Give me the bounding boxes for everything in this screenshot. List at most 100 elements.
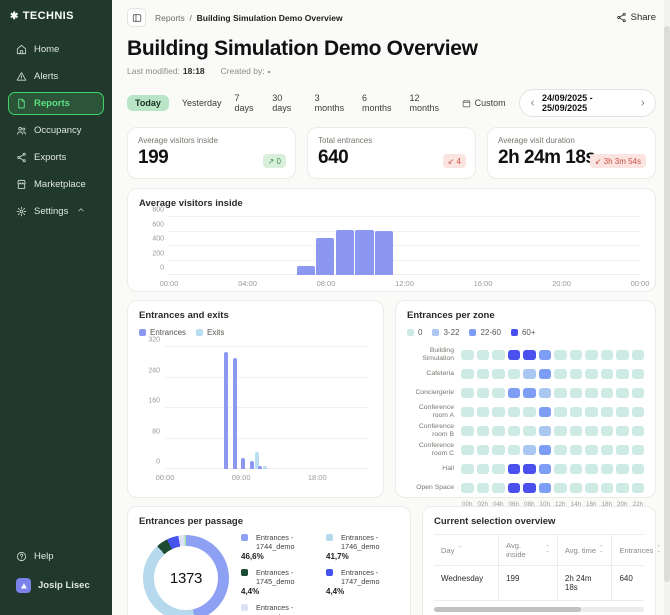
user-menu[interactable]: Josip Lisec	[8, 572, 104, 599]
heatmap-cell[interactable]	[585, 464, 598, 474]
heatmap-cell[interactable]	[477, 426, 490, 436]
heatmap-cell[interactable]	[601, 350, 614, 360]
sidebar-item-settings[interactable]: Settings	[8, 200, 104, 223]
heatmap-cell[interactable]	[570, 445, 583, 455]
heatmap-cell[interactable]	[616, 388, 629, 398]
heatmap-cell[interactable]	[570, 464, 583, 474]
heatmap-cell[interactable]	[508, 388, 521, 398]
heatmap-cell[interactable]	[632, 407, 645, 417]
filter-yesterday[interactable]: Yesterday	[182, 98, 222, 108]
heatmap-cell[interactable]	[601, 407, 614, 417]
heatmap-cell[interactable]	[477, 464, 490, 474]
sidebar-item-reports[interactable]: Reports	[8, 92, 104, 115]
heatmap-cell[interactable]	[616, 350, 629, 360]
heatmap-cell[interactable]	[539, 464, 552, 474]
filter-3-months[interactable]: 3 months	[315, 93, 349, 113]
heatmap-cell[interactable]	[523, 388, 536, 398]
column-header-avg-inside[interactable]: Avg. inside⌃⌄	[499, 535, 558, 566]
heatmap-cell[interactable]	[632, 445, 645, 455]
heatmap-cell[interactable]	[570, 350, 583, 360]
heatmap-cell[interactable]	[508, 464, 521, 474]
heatmap-cell[interactable]	[601, 426, 614, 436]
sort-icon[interactable]: ⌃⌄	[656, 547, 661, 553]
heatmap-cell[interactable]	[616, 426, 629, 436]
heatmap-cell[interactable]	[523, 426, 536, 436]
heatmap-cell[interactable]	[585, 426, 598, 436]
share-button[interactable]: Share	[616, 12, 656, 23]
visitors-bar[interactable]	[297, 266, 315, 275]
filter-custom[interactable]: Custom	[462, 98, 506, 108]
visitors-bar[interactable]	[355, 230, 373, 275]
heatmap-cell[interactable]	[477, 483, 490, 493]
filter-7-days[interactable]: 7 days	[235, 93, 260, 113]
heatmap-cell[interactable]	[508, 445, 521, 455]
heatmap-cell[interactable]	[492, 483, 505, 493]
heatmap-cell[interactable]	[461, 445, 474, 455]
heatmap-cell[interactable]	[477, 369, 490, 379]
sort-asc-icon[interactable]: ⌃	[457, 548, 462, 551]
heatmap-cell[interactable]	[616, 483, 629, 493]
heatmap-cell[interactable]	[632, 483, 645, 493]
heatmap-cell[interactable]	[461, 464, 474, 474]
heatmap-cell[interactable]	[539, 388, 552, 398]
heatmap-cell[interactable]	[616, 464, 629, 474]
sidebar-item-home[interactable]: Home	[8, 38, 104, 61]
heatmap-cell[interactable]	[523, 483, 536, 493]
heatmap-cell[interactable]	[554, 445, 567, 455]
heatmap-cell[interactable]	[601, 369, 614, 379]
heatmap-cell[interactable]	[492, 464, 505, 474]
column-header-entrances[interactable]: Entrances⌃⌄	[612, 535, 644, 566]
heatmap-cell[interactable]	[461, 350, 474, 360]
heatmap-cell[interactable]	[585, 350, 598, 360]
filter-30-days[interactable]: 30 days	[272, 93, 301, 113]
filter-12-months[interactable]: 12 months	[410, 93, 449, 113]
heatmap-cell[interactable]	[492, 388, 505, 398]
breadcrumb-parent[interactable]: Reports	[155, 13, 185, 23]
heatmap-cell[interactable]	[492, 426, 505, 436]
chevron-left-icon[interactable]	[529, 99, 536, 107]
heatmap-cell[interactable]	[461, 407, 474, 417]
heatmap-cell[interactable]	[492, 445, 505, 455]
heatmap-cell[interactable]	[585, 388, 598, 398]
heatmap-cell[interactable]	[570, 369, 583, 379]
sidebar-item-marketplace[interactable]: Marketplace	[8, 173, 104, 196]
heatmap-cell[interactable]	[508, 407, 521, 417]
table-row[interactable]: Wednesday1992h 24m 18s640	[434, 566, 644, 601]
heatmap-cell[interactable]	[601, 388, 614, 398]
heatmap-cell[interactable]	[585, 483, 598, 493]
heatmap-cell[interactable]	[616, 445, 629, 455]
heatmap-cell[interactable]	[539, 350, 552, 360]
heatmap-cell[interactable]	[632, 350, 645, 360]
visitors-bar[interactable]	[316, 238, 334, 275]
heatmap-cell[interactable]	[539, 407, 552, 417]
column-header-day[interactable]: Day⌃	[434, 535, 499, 566]
heatmap-cell[interactable]	[461, 388, 474, 398]
heatmap-cell[interactable]	[632, 369, 645, 379]
heatmap-cell[interactable]	[461, 369, 474, 379]
heatmap-cell[interactable]	[492, 350, 505, 360]
heatmap-cell[interactable]	[554, 388, 567, 398]
heatmap-cell[interactable]	[601, 483, 614, 493]
sort-icon[interactable]: ⌃⌄	[599, 547, 604, 553]
heatmap-cell[interactable]	[492, 369, 505, 379]
heatmap-cell[interactable]	[539, 369, 552, 379]
heatmap-cell[interactable]	[539, 445, 552, 455]
sidebar-item-exports[interactable]: Exports	[8, 146, 104, 169]
visitors-bar[interactable]	[336, 230, 354, 275]
sidebar-item-occupancy[interactable]: Occupancy	[8, 119, 104, 142]
heatmap-cell[interactable]	[508, 426, 521, 436]
column-header-avg-time[interactable]: Avg. time⌃⌄	[558, 535, 613, 566]
zone-heatmap[interactable]: Building SimulationCafeteriaConciergerie…	[407, 345, 644, 497]
sort-icon[interactable]: ⌃⌄	[545, 547, 550, 553]
heatmap-cell[interactable]	[492, 407, 505, 417]
heatmap-cell[interactable]	[616, 407, 629, 417]
heatmap-cell[interactable]	[554, 350, 567, 360]
heatmap-cell[interactable]	[508, 483, 521, 493]
heatmap-cell[interactable]	[585, 445, 598, 455]
table-horizontal-scrollbar[interactable]	[434, 607, 644, 612]
heatmap-cell[interactable]	[616, 369, 629, 379]
heatmap-cell[interactable]	[523, 350, 536, 360]
heatmap-cell[interactable]	[570, 407, 583, 417]
heatmap-cell[interactable]	[585, 369, 598, 379]
entrances-exits-plot[interactable]: 080160240320	[165, 347, 368, 469]
